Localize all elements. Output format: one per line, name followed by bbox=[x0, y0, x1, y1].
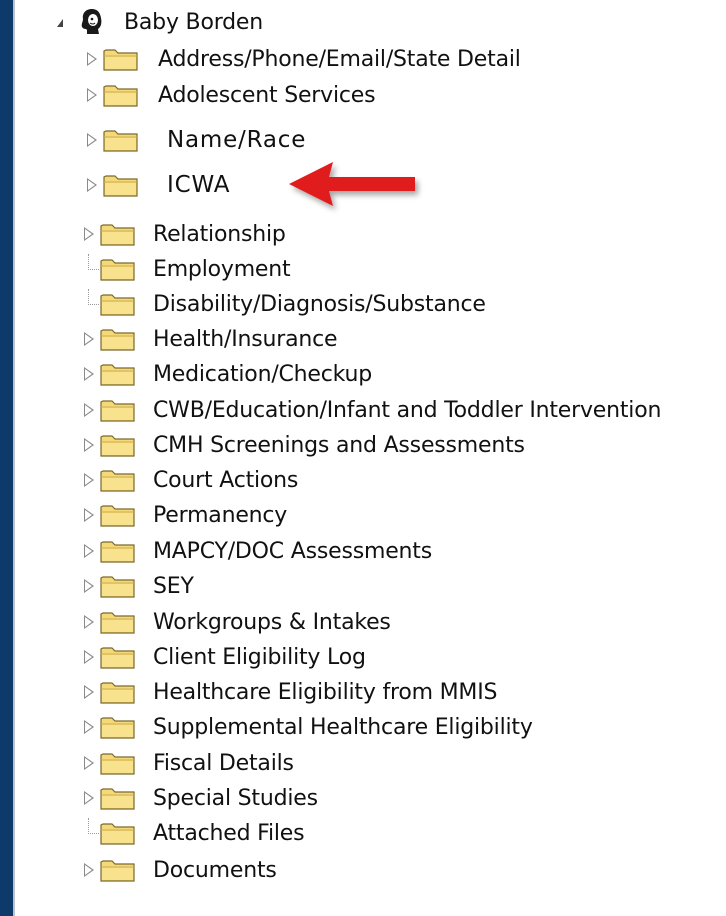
tree-connector-line bbox=[88, 289, 99, 305]
tree-item-label: Address/Phone/Email/State Detail bbox=[158, 46, 521, 72]
folder-icon bbox=[100, 362, 135, 386]
expand-arrow-icon[interactable] bbox=[87, 178, 97, 192]
person-icon bbox=[81, 9, 102, 34]
expand-arrow-icon[interactable] bbox=[84, 863, 94, 877]
tree-item-label: Client Eligibility Log bbox=[153, 644, 366, 670]
expand-arrow-icon[interactable] bbox=[84, 791, 94, 805]
folder-icon bbox=[100, 858, 135, 882]
tree-item-label: CWB/Education/Infant and Toddler Interve… bbox=[153, 397, 662, 423]
folder-icon bbox=[100, 574, 135, 598]
tree-item-label: Court Actions bbox=[153, 467, 299, 493]
expand-arrow-icon[interactable] bbox=[84, 756, 94, 770]
tree-item[interactable]: Health/Insurance bbox=[153, 322, 338, 356]
tree-item[interactable]: MAPCY/DOC Assessments bbox=[153, 534, 432, 568]
tree-item[interactable]: Employment bbox=[153, 252, 291, 286]
folder-icon bbox=[100, 292, 135, 316]
tree-item-label: Special Studies bbox=[153, 785, 318, 811]
folder-icon bbox=[100, 786, 135, 810]
folder-icon bbox=[100, 468, 135, 492]
folder-icon bbox=[100, 433, 135, 457]
tree-item[interactable]: Special Studies bbox=[153, 781, 318, 815]
tree-item[interactable]: Medication/Checkup bbox=[153, 357, 372, 391]
folder-icon bbox=[100, 503, 135, 527]
tree-item[interactable]: Client Eligibility Log bbox=[153, 640, 366, 674]
tree-item-label: Permanency bbox=[153, 502, 288, 528]
expand-arrow-icon[interactable] bbox=[84, 332, 94, 346]
folder-icon bbox=[100, 222, 135, 246]
tree-item[interactable]: Disability/Diagnosis/Substance bbox=[153, 287, 486, 321]
tree-item-label: Health/Insurance bbox=[153, 326, 338, 352]
tree-root-label: Baby Borden bbox=[124, 9, 264, 35]
tree-item-label: Supplemental Healthcare Eligibility bbox=[153, 714, 533, 740]
expand-arrow-icon[interactable] bbox=[84, 615, 94, 629]
tree-connector-line bbox=[88, 254, 99, 270]
expand-arrow-icon[interactable] bbox=[84, 473, 94, 487]
collapse-triangle-icon[interactable] bbox=[57, 19, 63, 27]
folder-icon bbox=[100, 715, 135, 739]
expand-arrow-icon[interactable] bbox=[84, 438, 94, 452]
tree-item[interactable]: Name/Race bbox=[167, 123, 306, 157]
tree-item[interactable]: Adolescent Services bbox=[158, 78, 376, 112]
navigation-tree-panel: Baby Borden Address/Phone/Email/State De… bbox=[13, 0, 726, 916]
tree-item[interactable]: ICWA bbox=[167, 168, 230, 202]
expand-arrow-icon[interactable] bbox=[84, 720, 94, 734]
expand-arrow-icon[interactable] bbox=[87, 133, 97, 147]
tree-item[interactable]: Fiscal Details bbox=[153, 746, 294, 780]
folder-icon bbox=[103, 47, 138, 71]
folder-icon bbox=[100, 327, 135, 351]
tree-item[interactable]: SEY bbox=[153, 569, 194, 603]
tree-item[interactable]: CMH Screenings and Assessments bbox=[153, 428, 525, 462]
tree-connector-line bbox=[88, 818, 99, 834]
expand-arrow-icon[interactable] bbox=[84, 579, 94, 593]
folder-icon bbox=[100, 398, 135, 422]
expand-arrow-icon[interactable] bbox=[84, 650, 94, 664]
tree-item[interactable]: Attached Files bbox=[153, 816, 305, 850]
expand-arrow-icon[interactable] bbox=[87, 52, 97, 66]
tree-item-label: Attached Files bbox=[153, 820, 305, 846]
tree-item-label: Fiscal Details bbox=[153, 750, 294, 776]
tree-item[interactable]: Healthcare Eligibility from MMIS bbox=[153, 675, 497, 709]
tree-item-label: MAPCY/DOC Assessments bbox=[153, 538, 432, 564]
folder-icon bbox=[100, 610, 135, 634]
folder-icon bbox=[100, 680, 135, 704]
expand-arrow-icon[interactable] bbox=[84, 685, 94, 699]
tree-item[interactable]: Supplemental Healthcare Eligibility bbox=[153, 710, 533, 744]
tree-item[interactable]: CWB/Education/Infant and Toddler Interve… bbox=[153, 393, 661, 427]
tree-root-item[interactable]: Baby Borden bbox=[124, 5, 263, 39]
folder-icon bbox=[103, 173, 138, 197]
tree-item-label: Workgroups & Intakes bbox=[153, 609, 391, 635]
folder-icon bbox=[100, 257, 135, 281]
tree-item[interactable]: Address/Phone/Email/State Detail bbox=[158, 42, 521, 76]
expand-arrow-icon[interactable] bbox=[84, 367, 94, 381]
tree-item-label: Adolescent Services bbox=[158, 82, 376, 108]
tree-item-label: Name/Race bbox=[167, 127, 307, 153]
folder-icon bbox=[100, 539, 135, 563]
folder-icon bbox=[100, 821, 135, 845]
folder-icon bbox=[100, 751, 135, 775]
tree-item[interactable]: Permanency bbox=[153, 498, 287, 532]
tree-item[interactable]: Workgroups & Intakes bbox=[153, 605, 391, 639]
tree-item-label: Medication/Checkup bbox=[153, 361, 373, 387]
folder-icon bbox=[103, 128, 138, 152]
tree-item-label: Relationship bbox=[153, 221, 286, 247]
expand-arrow-icon[interactable] bbox=[84, 403, 94, 417]
tree-item-label: Employment bbox=[153, 256, 291, 282]
tree-item[interactable]: Documents bbox=[153, 853, 277, 887]
tree-item-label: SEY bbox=[153, 573, 194, 599]
tree-item[interactable]: Court Actions bbox=[153, 463, 298, 497]
expand-arrow-icon[interactable] bbox=[84, 544, 94, 558]
expand-arrow-icon[interactable] bbox=[87, 88, 97, 102]
red-arrow-annotation bbox=[289, 162, 415, 206]
expand-arrow-icon[interactable] bbox=[84, 508, 94, 522]
expand-arrow-icon[interactable] bbox=[84, 227, 94, 241]
tree-item-label: Disability/Diagnosis/Substance bbox=[153, 291, 486, 317]
tree-item-label: Healthcare Eligibility from MMIS bbox=[153, 679, 498, 705]
tree-item[interactable]: Relationship bbox=[153, 217, 286, 251]
folder-icon bbox=[100, 645, 135, 669]
tree-item-label: CMH Screenings and Assessments bbox=[153, 432, 525, 458]
folder-icon bbox=[103, 83, 138, 107]
tree-item-label: ICWA bbox=[167, 172, 231, 198]
tree-item-label: Documents bbox=[153, 857, 277, 883]
